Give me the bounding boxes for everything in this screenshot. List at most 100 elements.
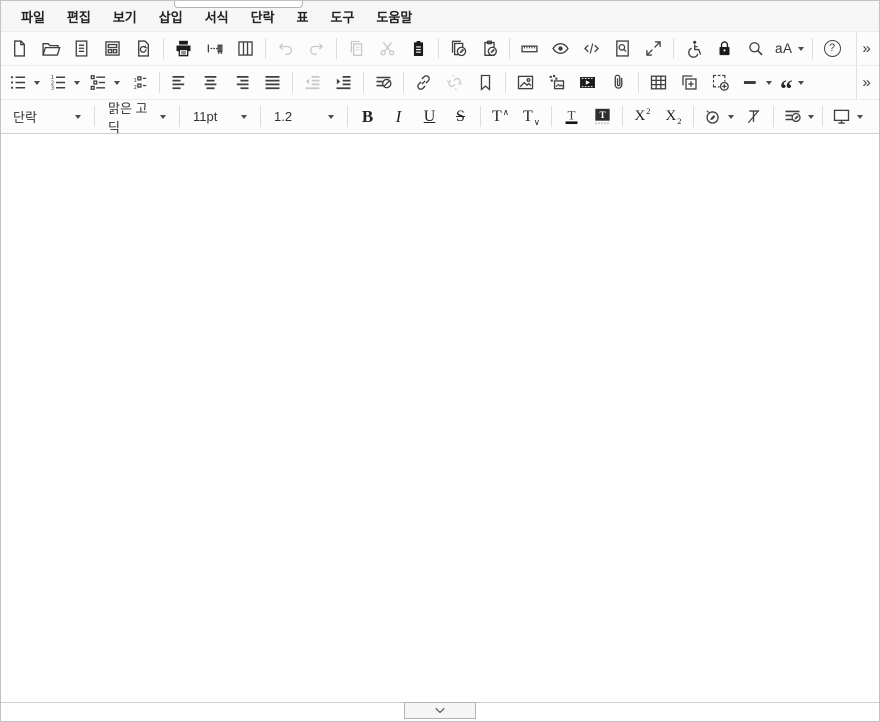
menu-insert[interactable]: 삽입 xyxy=(148,7,194,26)
search-button[interactable] xyxy=(740,34,771,64)
font-family-select[interactable]: 맑은 고딕 xyxy=(99,102,175,132)
subscript-button[interactable]: X2 xyxy=(658,102,689,132)
toolbar-separator xyxy=(622,106,623,127)
italic-button[interactable]: I xyxy=(383,102,414,132)
superscript-glyph: X2 xyxy=(634,109,650,124)
bold-button[interactable]: B xyxy=(352,102,383,132)
style-tool-dropdown[interactable] xyxy=(698,102,738,132)
justify-button[interactable] xyxy=(257,68,288,98)
table-button[interactable] xyxy=(643,68,674,98)
image-button[interactable] xyxy=(510,68,541,98)
blockquote-dropdown[interactable]: “ xyxy=(776,68,808,98)
font-size-up-button[interactable]: T∧ xyxy=(485,102,516,132)
bookmark-button[interactable] xyxy=(470,68,501,98)
insert-placeholder-button[interactable] xyxy=(705,68,736,98)
ruler-icon xyxy=(519,38,540,59)
menu-paragraph[interactable]: 단락 xyxy=(240,7,286,26)
template-layout-icon xyxy=(102,38,123,59)
bullet-list-dropdown[interactable] xyxy=(4,68,44,98)
undo-button[interactable] xyxy=(270,34,301,64)
more-tools-button[interactable]: » xyxy=(858,34,876,64)
text-color-button[interactable] xyxy=(556,102,587,132)
preview-button[interactable] xyxy=(545,34,576,64)
link-button[interactable] xyxy=(408,68,439,98)
page-layout-button[interactable] xyxy=(230,34,261,64)
horizontal-line-dropdown[interactable] xyxy=(736,68,776,98)
document-lines-icon xyxy=(71,38,92,59)
font-size-down-button[interactable]: T∨ xyxy=(516,102,547,132)
template-button[interactable] xyxy=(97,34,128,64)
video-button[interactable] xyxy=(572,68,603,98)
toolbar-separator xyxy=(336,38,337,59)
new-document-button[interactable] xyxy=(4,34,35,64)
strikethrough-button[interactable]: S xyxy=(445,102,476,132)
clear-format-button[interactable] xyxy=(738,102,769,132)
cut-button[interactable] xyxy=(372,34,403,64)
outdent-button[interactable] xyxy=(297,68,328,98)
line-style-dropdown[interactable] xyxy=(778,102,818,132)
multilevel-list-dropdown[interactable] xyxy=(84,68,124,98)
underline-glyph: U xyxy=(424,109,436,125)
copy-button[interactable] xyxy=(341,34,372,64)
toolbar-overflow: » xyxy=(856,66,876,99)
indent-button[interactable] xyxy=(328,68,359,98)
align-left-button[interactable] xyxy=(164,68,195,98)
toolbar-separator xyxy=(438,38,439,59)
page-break-button[interactable] xyxy=(199,34,230,64)
paste-review-button[interactable] xyxy=(443,34,474,64)
document-button[interactable] xyxy=(66,34,97,64)
help-button[interactable]: ? xyxy=(817,34,848,64)
text-editor-window: 파일편집보기삽입서식단락표도구도움말 aA?» “» 단락맑은 고딕11pt1.… xyxy=(0,0,880,722)
underline-button[interactable]: U xyxy=(414,102,445,132)
screen-view-dropdown[interactable] xyxy=(827,102,867,132)
numbered-list-dropdown[interactable] xyxy=(44,68,84,98)
print-button[interactable] xyxy=(168,34,199,64)
font-scale-dropdown[interactable]: aA xyxy=(771,34,808,64)
line-height-select[interactable]: 1.2 xyxy=(265,102,343,132)
accessibility-button[interactable] xyxy=(678,34,709,64)
image-editor-button[interactable] xyxy=(541,68,572,98)
font-size-select[interactable]: 11pt xyxy=(184,102,256,132)
fullscreen-button[interactable] xyxy=(638,34,669,64)
help-glyph: ? xyxy=(824,40,841,57)
toolbar-separator xyxy=(163,38,164,59)
paste-button[interactable] xyxy=(403,34,434,64)
attachment-button[interactable] xyxy=(603,68,634,98)
open-file-button[interactable] xyxy=(35,34,66,64)
menu-edit[interactable]: 편집 xyxy=(56,7,102,26)
unlink-button[interactable] xyxy=(439,68,470,98)
lock-button[interactable] xyxy=(709,34,740,64)
editor-content[interactable] xyxy=(1,138,879,702)
double-chevron-right-icon: » xyxy=(862,41,870,56)
menu-help[interactable]: 도움말 xyxy=(365,7,423,26)
page-pencil-icon xyxy=(448,38,469,59)
code-view-button[interactable] xyxy=(576,34,607,64)
insert-block-button[interactable] xyxy=(674,68,705,98)
more-tools-button[interactable]: » xyxy=(858,68,876,98)
collapse-toolbar-button[interactable] xyxy=(404,702,476,719)
align-center-button[interactable] xyxy=(195,68,226,98)
italic-glyph: I xyxy=(396,108,402,125)
superscript-button[interactable]: X2 xyxy=(627,102,658,132)
menu-format[interactable]: 서식 xyxy=(194,7,240,26)
menu-table[interactable]: 표 xyxy=(286,7,320,26)
toolbar-separator xyxy=(638,72,639,93)
redo-button[interactable] xyxy=(301,34,332,64)
toolbar-separator xyxy=(403,72,404,93)
list-settings-button[interactable] xyxy=(124,68,155,98)
menu-view[interactable]: 보기 xyxy=(102,7,148,26)
clipboard-review-button[interactable] xyxy=(474,34,505,64)
document-search-button[interactable] xyxy=(607,34,638,64)
menu-tools[interactable]: 도구 xyxy=(320,7,366,26)
caret-down-icon xyxy=(766,81,772,85)
restore-draft-button[interactable] xyxy=(128,34,159,64)
align-right-button[interactable] xyxy=(226,68,257,98)
ruler-button[interactable] xyxy=(514,34,545,64)
paragraph-style-select[interactable]: 단락 xyxy=(4,102,90,132)
toolbar-separator xyxy=(265,38,266,59)
menu-file[interactable]: 파일 xyxy=(10,7,56,26)
background-color-button[interactable] xyxy=(587,102,618,132)
line-format-button[interactable] xyxy=(368,68,399,98)
font-family-value: 맑은 고딕 xyxy=(108,98,155,136)
subscript-glyph: X2 xyxy=(665,109,681,124)
